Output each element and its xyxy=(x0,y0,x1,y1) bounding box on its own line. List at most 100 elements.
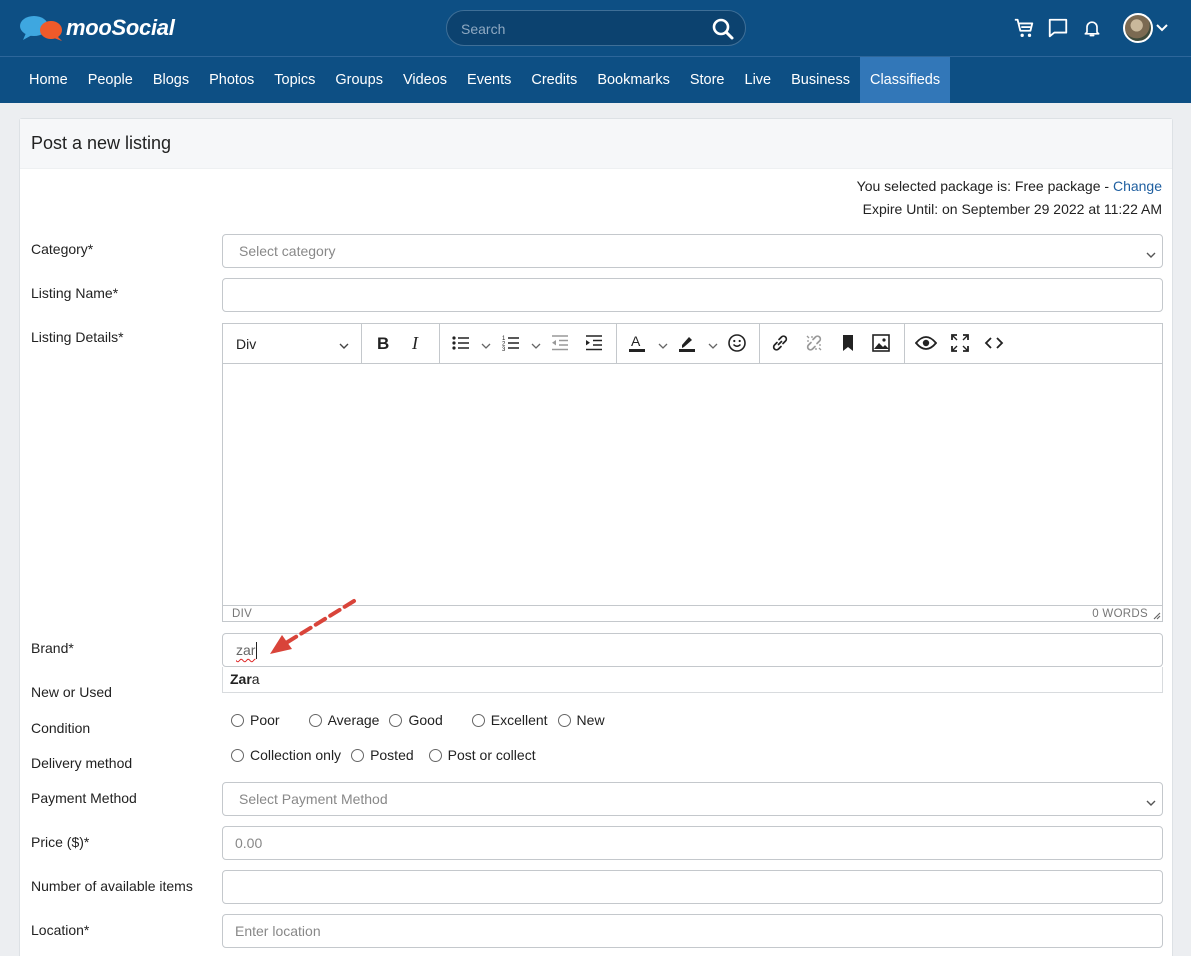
cart-icon[interactable] xyxy=(1007,12,1041,44)
nav-item-home[interactable]: Home xyxy=(19,57,78,103)
page-title: Post a new listing xyxy=(31,133,172,153)
color-group: A xyxy=(617,324,760,363)
package-text: You selected package is: Free package - xyxy=(856,178,1113,194)
condition-option-average[interactable]: Average xyxy=(308,712,380,728)
chevron-down-icon[interactable] xyxy=(1155,21,1169,35)
items-count-input[interactable] xyxy=(222,870,1163,904)
block-format-dropdown[interactable]: Div xyxy=(223,324,362,363)
chat-icon[interactable] xyxy=(1041,12,1075,44)
listing-name-input[interactable] xyxy=(222,278,1163,312)
outdent-icon[interactable] xyxy=(549,332,571,354)
nav-item-credits[interactable]: Credits xyxy=(521,57,587,103)
nav-item-live[interactable]: Live xyxy=(735,57,782,103)
radio-button[interactable] xyxy=(557,713,571,727)
fullscreen-icon[interactable] xyxy=(949,332,971,354)
items-count-label: Number of available items xyxy=(31,878,193,894)
payment-method-select[interactable]: Select Payment Method xyxy=(222,782,1163,816)
search-icon[interactable] xyxy=(711,17,735,41)
svg-text:B: B xyxy=(377,334,389,352)
new-or-used-label: New or Used xyxy=(31,684,112,700)
emoji-icon[interactable] xyxy=(726,332,748,354)
radio-label: Average xyxy=(327,712,380,728)
radio-button[interactable] xyxy=(471,713,485,727)
listing-details-label: Listing Details* xyxy=(31,329,124,345)
nav-list: Home People Blogs Photos Topics Groups Videos E… xyxy=(0,57,1191,103)
price-placeholder: 0.00 xyxy=(235,835,263,851)
price-input[interactable]: 0.00 xyxy=(222,826,1163,860)
nav-item-videos[interactable]: Videos xyxy=(393,57,457,103)
bold-icon[interactable]: B xyxy=(372,332,394,354)
radio-button[interactable] xyxy=(231,713,244,727)
chevron-down-icon[interactable] xyxy=(708,338,718,349)
search-input[interactable] xyxy=(461,19,701,39)
brand-label: Brand* xyxy=(31,640,74,656)
radio-button[interactable] xyxy=(351,748,365,762)
text-color-icon[interactable]: A xyxy=(626,332,648,354)
nav-item-store[interactable]: Store xyxy=(680,57,735,103)
radio-button[interactable] xyxy=(389,713,403,727)
nav-item-photos[interactable]: Photos xyxy=(199,57,264,103)
nav-item-classifieds[interactable]: Classifieds xyxy=(859,57,951,103)
category-label: Category* xyxy=(31,241,94,257)
payment-placeholder: Select Payment Method xyxy=(239,791,388,807)
element-path[interactable]: DIV xyxy=(232,608,252,620)
condition-radio-group: Poor Average Good Excellent New xyxy=(231,710,605,730)
radio-button[interactable] xyxy=(428,748,442,762)
delivery-radio-group: Collection only Posted Post or collect xyxy=(231,745,536,765)
nav-item-bookmarks[interactable]: Bookmarks xyxy=(587,57,680,103)
bookmark-icon[interactable] xyxy=(837,332,859,354)
image-icon[interactable] xyxy=(870,332,892,354)
category-select[interactable]: Select category xyxy=(222,234,1163,268)
radio-label: New xyxy=(576,712,605,728)
logo-text: mooSocial xyxy=(66,15,175,40)
highlight-icon[interactable] xyxy=(676,332,698,354)
link-icon[interactable] xyxy=(769,332,791,354)
delivery-option-collection-only[interactable]: Collection only xyxy=(231,747,341,763)
source-code-icon[interactable] xyxy=(983,332,1005,354)
avatar[interactable] xyxy=(1123,13,1153,43)
preview-icon[interactable] xyxy=(915,332,937,354)
condition-option-poor[interactable]: Poor xyxy=(231,712,280,728)
radio-label: Good xyxy=(408,712,443,728)
change-package-link[interactable]: Change xyxy=(1113,178,1162,194)
delivery-option-post-or-collect[interactable]: Post or collect xyxy=(428,747,536,763)
chevron-down-icon[interactable] xyxy=(481,338,491,349)
indent-icon[interactable] xyxy=(583,332,605,354)
numbered-list-icon[interactable]: 123 xyxy=(500,332,522,354)
radio-button[interactable] xyxy=(231,748,244,762)
nav-item-people[interactable]: People xyxy=(78,57,143,103)
brand-suggestion-item[interactable]: Zara xyxy=(230,671,260,687)
radio-button[interactable] xyxy=(308,713,322,727)
site-logo[interactable]: mooSocial xyxy=(18,14,175,42)
resize-handle-icon[interactable] xyxy=(1152,611,1161,620)
brand-value: zar xyxy=(236,642,256,658)
italic-icon[interactable]: I xyxy=(406,332,428,354)
annotation-arrow-icon xyxy=(270,599,356,654)
nav-item-events[interactable]: Events xyxy=(457,57,521,103)
bullet-list-icon[interactable] xyxy=(450,332,472,354)
nav-item-blogs[interactable]: Blogs xyxy=(143,57,199,103)
rich-text-editor: Div B I 123 A DIV 0 WORDS xyxy=(222,323,1163,622)
condition-option-excellent[interactable]: Excellent xyxy=(471,712,548,728)
condition-label: Condition xyxy=(31,720,91,736)
condition-option-good[interactable]: Good xyxy=(389,712,443,728)
main-nav: Home People Blogs Photos Topics Groups Videos E… xyxy=(0,56,1191,103)
chevron-down-icon[interactable] xyxy=(531,338,541,349)
nav-item-business[interactable]: Business xyxy=(781,57,860,103)
condition-option-new[interactable]: New xyxy=(557,712,605,728)
editor-content-area[interactable] xyxy=(223,364,1162,605)
radio-label: Post or collect xyxy=(447,747,536,763)
location-placeholder: Enter location xyxy=(235,923,321,939)
suggestion-match: Zar xyxy=(230,671,252,687)
chevron-down-icon[interactable] xyxy=(658,338,668,349)
nav-item-groups[interactable]: Groups xyxy=(325,57,393,103)
nav-item-topics[interactable]: Topics xyxy=(264,57,325,103)
unlink-icon[interactable] xyxy=(803,332,825,354)
word-count: 0 WORDS xyxy=(1092,608,1148,620)
bell-icon[interactable] xyxy=(1075,12,1109,44)
view-group xyxy=(905,324,1015,363)
brand-input[interactable]: zar xyxy=(222,633,1163,667)
location-input[interactable]: Enter location xyxy=(222,914,1163,948)
delivery-option-posted[interactable]: Posted xyxy=(351,747,414,763)
insert-group xyxy=(760,324,905,363)
